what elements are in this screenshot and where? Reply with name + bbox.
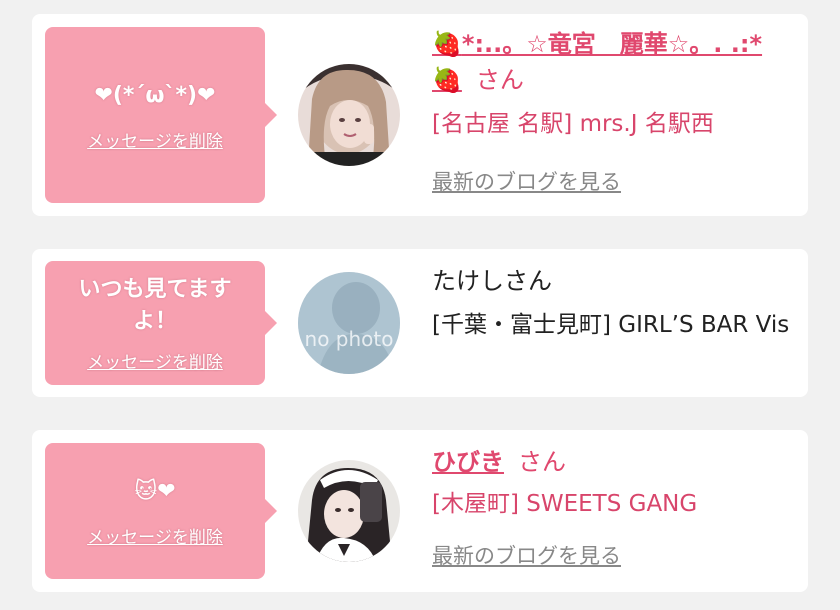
member-info: たけしさん [千葉・富士見町] GIRL’S BAR Vis bbox=[432, 263, 802, 345]
avatar[interactable] bbox=[298, 64, 400, 166]
latest-blog-link[interactable]: 最新のブログを見る bbox=[432, 166, 621, 196]
message-text: 🐱❤ bbox=[134, 478, 176, 504]
latest-blog-link[interactable]: 最新のブログを見る bbox=[432, 540, 621, 570]
shop-info: [木屋町] SWEETS GANG bbox=[432, 491, 698, 517]
member-info: ひびき さん [木屋町] SWEETS GANG 最新のブログを見る bbox=[432, 444, 802, 570]
member-name-link[interactable]: ひびき bbox=[432, 448, 504, 476]
member-info: 🍓*:..。☆竜宮 麗華☆。. .:* 🍓 さん [名古屋 名駅] mrs.J 名… bbox=[432, 26, 802, 196]
strawberry-icon: 🍓 bbox=[432, 30, 462, 58]
message-bubble: いつも見てますよ！ メッセージを削除 bbox=[45, 261, 277, 385]
member-name-line: ひびき さん bbox=[432, 444, 802, 480]
message-card: いつも見てますよ！ メッセージを削除 no photo たけしさん [千葉・富士… bbox=[32, 249, 808, 397]
member-name: たけしさん bbox=[432, 267, 552, 295]
member-name-link[interactable]: 🍓*:..。☆竜宮 麗華☆。. .:* bbox=[432, 30, 762, 58]
message-card: ❤(*´ω`*)❤ メッセージを削除 🍓*:..。☆竜宮 麗華☆。. .:* 🍓… bbox=[32, 14, 808, 216]
message-bubble: 🐱❤ メッセージを削除 bbox=[45, 443, 277, 579]
no-photo-text: no photo bbox=[305, 327, 394, 351]
avatar[interactable]: no photo bbox=[298, 272, 400, 374]
member-name-line: 🍓*:..。☆竜宮 麗華☆。. .:* bbox=[432, 26, 802, 62]
message-text: ❤(*´ω`*)❤ bbox=[94, 82, 216, 108]
message-list: ❤(*´ω`*)❤ メッセージを削除 🍓*:..。☆竜宮 麗華☆。. .:* 🍓… bbox=[0, 0, 840, 610]
shop-info: [名古屋 名駅] mrs.J 名駅西 bbox=[432, 111, 714, 137]
delete-message-link[interactable]: メッセージを削除 bbox=[87, 348, 223, 373]
message-text: いつも見てますよ！ bbox=[78, 276, 232, 334]
message-bubble: ❤(*´ω`*)❤ メッセージを削除 bbox=[45, 27, 277, 203]
message-card: 🐱❤ メッセージを削除 ひびき さん [木屋町] SWEETS GANG 最新のブ… bbox=[32, 430, 808, 592]
delete-message-link[interactable]: メッセージを削除 bbox=[87, 127, 223, 152]
honorific: さん bbox=[475, 66, 524, 94]
avatar[interactable] bbox=[298, 460, 400, 562]
member-name: *:..。☆竜宮 麗華☆。. .:* bbox=[461, 30, 763, 58]
shop-info: [千葉・富士見町] GIRL’S BAR Vis bbox=[432, 312, 790, 338]
member-name-line-2: 🍓 さん bbox=[432, 62, 802, 98]
member-name-suffix[interactable]: 🍓 bbox=[432, 66, 462, 94]
honorific: さん bbox=[518, 448, 566, 476]
delete-message-link[interactable]: メッセージを削除 bbox=[87, 523, 223, 548]
